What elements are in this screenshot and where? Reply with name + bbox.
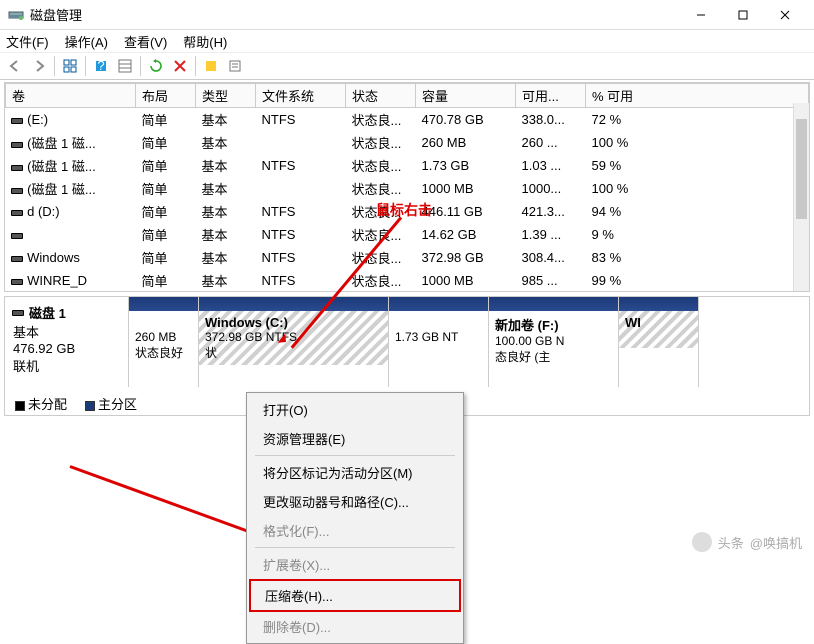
col-fs[interactable]: 文件系统 [256,84,346,108]
col-layout[interactable]: 布局 [136,84,196,108]
col-cap[interactable]: 容量 [416,84,516,108]
maximize-button[interactable] [722,1,764,29]
forward-icon[interactable] [28,55,50,77]
ctx-delete[interactable]: 删除卷(D)... [249,612,461,641]
table-row[interactable]: (磁盘 1 磁...简单基本状态良...1000 MB1000...100 % [6,177,809,200]
window-title: 磁盘管理 [30,5,680,24]
footer-watermark: 头条 @唤搞机 [692,532,802,552]
menu-help[interactable]: 帮助(H) [183,32,227,51]
col-status[interactable]: 状态 [346,84,416,108]
back-icon[interactable] [4,55,26,77]
toolbar: ? [0,52,814,80]
svg-text:?: ? [97,59,104,73]
col-free[interactable]: 可用... [516,84,586,108]
ctx-format[interactable]: 格式化(F)... [249,516,461,545]
table-row[interactable]: Windows简单基本NTFS状态良...372.98 GB308.4...83… [6,246,809,269]
legend-primary: 主分区 [98,397,137,412]
table-row[interactable]: 简单基本NTFS状态良...14.62 GB1.39 ...9 % [6,223,809,246]
vertical-scrollbar[interactable] [793,103,809,291]
annotation-rightclick: 鼠标右击 [376,200,432,220]
title-bar: 磁盘管理 [0,0,814,30]
disk-name: 磁盘 1 [29,303,66,322]
list-icon[interactable] [114,55,136,77]
disk-type: 基本 [13,322,120,341]
disk-state: 联机 [13,356,120,375]
delete-icon[interactable] [169,55,191,77]
partition-block[interactable]: 新加卷 (F:)100.00 GB N态良好 (主 [489,297,619,387]
legend: 未分配 主分区 [11,392,141,415]
grid-icon[interactable] [59,55,81,77]
context-menu: 打开(O) 资源管理器(E) 将分区标记为活动分区(M) 更改驱动器号和路径(C… [246,392,464,644]
menu-view[interactable]: 查看(V) [124,32,167,51]
col-type[interactable]: 类型 [196,84,256,108]
menu-file[interactable]: 文件(F) [6,32,49,51]
help-icon[interactable]: ? [90,55,112,77]
volume-list[interactable]: 卷 布局 类型 文件系统 状态 容量 可用... % 可用 (E:)简单基本NT… [4,82,810,292]
refresh-icon[interactable] [145,55,167,77]
disk-label-pane[interactable]: 磁盘 1 基本 476.92 GB 联机 [5,297,129,387]
ctx-open[interactable]: 打开(O) [249,395,461,424]
logo-icon [692,532,712,552]
ctx-change-letter[interactable]: 更改驱动器号和路径(C)... [249,487,461,516]
table-row[interactable]: (磁盘 1 磁...简单基本状态良...260 MB260 ...100 % [6,131,809,154]
ctx-explorer[interactable]: 资源管理器(E) [249,424,461,453]
table-row[interactable]: (E:)简单基本NTFS状态良...470.78 GB338.0...72 % [6,108,809,132]
col-volume[interactable]: 卷 [6,84,136,108]
table-header-row: 卷 布局 类型 文件系统 状态 容量 可用... % 可用 [6,84,809,108]
table-row[interactable]: (磁盘 1 磁...简单基本NTFS状态良...1.73 GB1.03 ...5… [6,154,809,177]
menu-action[interactable]: 操作(A) [65,32,108,51]
partition-block[interactable]: 1.73 GB NT [389,297,489,387]
col-pct[interactable]: % 可用 [586,84,809,108]
footer-right: @唤搞机 [750,533,802,552]
legend-unallocated: 未分配 [28,397,67,412]
app-icon [8,7,24,23]
ctx-extend[interactable]: 扩展卷(X)... [249,550,461,579]
props-icon[interactable] [224,55,246,77]
settings-icon[interactable] [200,55,222,77]
minimize-button[interactable] [680,1,722,29]
ctx-mark-active[interactable]: 将分区标记为活动分区(M) [249,458,461,487]
partition-block[interactable]: WI [619,297,699,387]
menu-bar: 文件(F) 操作(A) 查看(V) 帮助(H) [0,30,814,52]
ctx-shrink[interactable]: 压缩卷(H)... [249,579,461,612]
close-button[interactable] [764,1,806,29]
table-row[interactable]: WINRE_D简单基本NTFS状态良...1000 MB985 ...99 % [6,269,809,292]
disk-size: 476.92 GB [13,341,120,356]
partition-block[interactable]: 260 MB状态良好 [129,297,199,387]
footer-left: 头条 [718,533,744,552]
